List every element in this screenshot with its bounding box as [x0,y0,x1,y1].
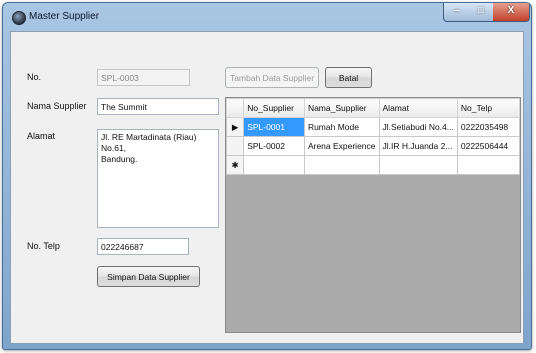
grid-corner-header[interactable] [225,98,245,118]
close-button[interactable]: X [493,3,530,22]
table-row[interactable]: ▶ SPL-0001 Rumah Mode Jl.Setiabudi No.4.… [225,117,521,137]
table-cell[interactable]: SPL-0002 [243,136,305,156]
master-supplier-window: Master Supplier – □ X No. Nama Supplier … [2,2,532,350]
maximize-button[interactable]: □ [469,3,494,22]
minimize-icon: – [454,5,460,16]
column-header-no-telp[interactable]: No_Telp [456,98,521,118]
supplier-data-grid[interactable]: No_Supplier Nama_Supplier Alamat No_Telp… [225,97,521,333]
simpan-data-supplier-button[interactable]: Simpan Data Supplier [97,266,200,287]
nama-supplier-field[interactable] [97,98,219,115]
table-cell[interactable]: Arena Experience [303,136,380,156]
table-cell[interactable] [456,155,521,175]
form-client-area: No. Nama Supplier Alamat Jl. RE Martadin… [10,31,524,344]
column-header-alamat[interactable]: Alamat [378,98,458,118]
no-label: No. [27,72,42,82]
new-row-asterisk-icon[interactable]: ✱ [225,155,245,175]
title-bar[interactable]: Master Supplier – □ X [3,3,531,31]
window-title: Master Supplier [29,11,100,22]
column-header-no-supplier[interactable]: No_Supplier [243,98,305,118]
table-cell[interactable]: Jl.IR H.Juanda 2... [378,136,458,156]
no-supplier-field[interactable] [97,69,190,86]
row-header[interactable] [225,136,245,156]
current-row-indicator-icon[interactable]: ▶ [225,117,245,137]
alamat-field[interactable]: Jl. RE Martadinata (Riau) No.61, Bandung… [97,129,219,228]
alamat-label: Alamat [27,131,56,141]
app-icon [12,11,26,25]
minimize-button[interactable]: – [443,3,471,22]
table-cell[interactable] [378,155,458,175]
close-icon: X [507,5,515,16]
table-row[interactable]: SPL-0002 Arena Experience Jl.IR H.Juanda… [225,136,521,156]
no-telp-label: No. Telp [27,241,60,251]
no-telp-field[interactable] [97,238,189,255]
table-cell[interactable]: 0222035498 [456,117,521,137]
new-row[interactable]: ✱ [225,155,521,175]
table-cell[interactable]: SPL-0001 [243,117,305,137]
table-cell[interactable]: 0222506444 [456,136,521,156]
table-cell[interactable] [243,155,305,175]
grid-header-row: No_Supplier Nama_Supplier Alamat No_Telp [225,98,521,118]
table-cell[interactable]: Jl.Setiabudi No.4... [378,117,458,137]
column-header-nama-supplier[interactable]: Nama_Supplier [303,98,380,118]
tambah-data-supplier-button[interactable]: Tambah Data Supplier [225,67,319,88]
table-cell[interactable]: Rumah Mode [303,117,380,137]
table-cell[interactable] [303,155,380,175]
nama-supplier-label: Nama Supplier [27,101,87,111]
maximize-icon: □ [477,5,485,16]
batal-button[interactable]: Batal [325,67,372,88]
